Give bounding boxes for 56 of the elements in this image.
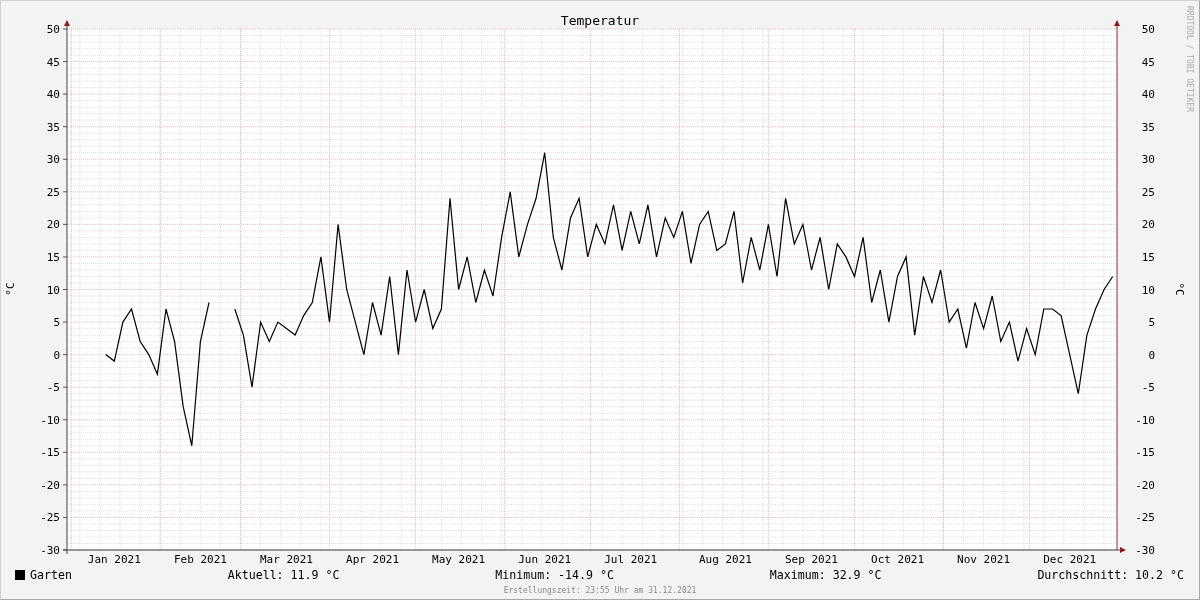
month-label: Dec 2021 bbox=[1043, 553, 1097, 566]
tick-label: -20 bbox=[40, 478, 60, 492]
tick-label: 20 bbox=[46, 218, 60, 232]
tick-label: 20 bbox=[1141, 218, 1155, 232]
month-label: Sep 2021 bbox=[785, 553, 838, 566]
tick-label: 30 bbox=[1141, 153, 1155, 167]
tick-label: -15 bbox=[1135, 446, 1155, 460]
creation-time: Erstellungszeit: 23:55 Uhr am 31.12.2021 bbox=[503, 586, 697, 595]
month-label: Aug 2021 bbox=[698, 553, 752, 566]
month-label: Mar 2021 bbox=[260, 553, 313, 566]
tick-label: -30 bbox=[40, 544, 60, 557]
tick-label: -15 bbox=[40, 446, 60, 460]
month-label: Jan 2021 bbox=[87, 553, 141, 566]
month-label: Feb 2021 bbox=[173, 553, 227, 566]
tick-label: 35 bbox=[1141, 120, 1155, 134]
tick-label: 45 bbox=[1141, 55, 1155, 69]
month-label: Jul 2021 bbox=[604, 553, 658, 566]
tick-label: 35 bbox=[46, 120, 60, 134]
tick-label: 30 bbox=[46, 153, 60, 167]
minimum-value: Minimum: -14.9 °C bbox=[495, 568, 614, 582]
maximum-value: Maximum: 32.9 °C bbox=[769, 568, 882, 582]
tick-label: -25 bbox=[40, 511, 60, 525]
month-label: Apr 2021 bbox=[346, 553, 399, 566]
tick-label: 25 bbox=[1141, 185, 1155, 199]
tick-label: 15 bbox=[1141, 250, 1155, 264]
legend-label: Garten bbox=[30, 568, 72, 582]
tick-label: -25 bbox=[1135, 511, 1155, 525]
average-value: Durchschnitt: 10.2 °C bbox=[1037, 568, 1184, 582]
tick-label: -5 bbox=[1141, 381, 1155, 395]
chart-title: Temperatur bbox=[560, 13, 640, 28]
tick-label: 5 bbox=[53, 316, 60, 330]
tick-label: 50 bbox=[1141, 23, 1155, 36]
tick-label: 40 bbox=[1141, 88, 1155, 102]
month-label: Nov 2021 bbox=[957, 553, 1011, 566]
tick-label: 5 bbox=[1148, 316, 1155, 330]
tick-label: -10 bbox=[40, 413, 60, 427]
tick-label: 10 bbox=[46, 283, 60, 297]
current-value: Aktuell: 11.9 °C bbox=[227, 568, 340, 582]
tick-label: -5 bbox=[46, 381, 60, 395]
month-label: Oct 2021 bbox=[871, 553, 924, 566]
tick-label: 15 bbox=[46, 250, 60, 264]
axis-label: °C bbox=[1173, 282, 1186, 296]
credit-text: RRDTOOL / TOBI OETIKER bbox=[1185, 6, 1194, 112]
tick-label: 0 bbox=[53, 348, 60, 362]
tick-label: 40 bbox=[46, 88, 60, 102]
tick-label: 25 bbox=[46, 185, 60, 199]
tick-label: -20 bbox=[1135, 478, 1155, 492]
tick-label: -30 bbox=[1135, 544, 1155, 557]
tick-label: -10 bbox=[1135, 413, 1155, 427]
axis-label: °C bbox=[4, 282, 17, 296]
month-label: Jun 2021 bbox=[518, 553, 572, 566]
tick-label: 0 bbox=[1148, 348, 1155, 362]
tick-label: 45 bbox=[46, 55, 60, 69]
tick-label: 10 bbox=[1141, 283, 1155, 297]
tick-label: 50 bbox=[46, 23, 60, 36]
month-label: May 2021 bbox=[432, 553, 486, 566]
